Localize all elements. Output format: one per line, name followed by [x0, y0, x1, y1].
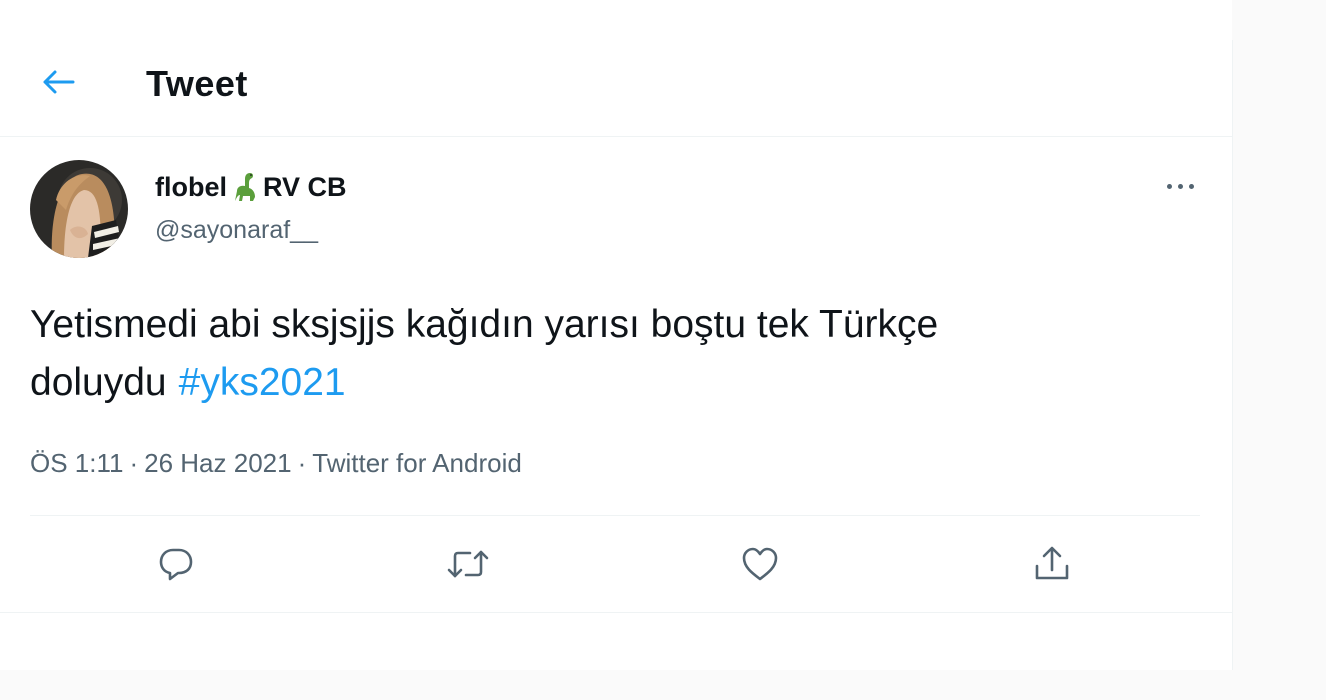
- more-options-button[interactable]: [1158, 168, 1202, 204]
- page-header: Tweet: [0, 0, 1232, 137]
- author-name-text: flobel: [155, 172, 227, 202]
- retweet-icon: [447, 550, 489, 578]
- heart-icon: [742, 547, 778, 581]
- reply-icon: [159, 548, 193, 581]
- tweet-text: Yetismedi abi sksjsjjs kağıdın yarısı bo…: [30, 296, 1190, 412]
- divider: [0, 612, 1232, 613]
- tweet-column: Tweet flobel RV CB @sayonaraf__ Yetismed…: [0, 0, 1232, 670]
- meta-separator: ·: [297, 448, 307, 478]
- author-name[interactable]: flobel RV CB: [155, 170, 347, 204]
- arrow-left-icon: [43, 70, 75, 94]
- meta-separator: ·: [129, 448, 139, 478]
- retweet-button[interactable]: [446, 542, 490, 586]
- tweet-time[interactable]: ÖS 1:11: [30, 448, 123, 478]
- share-button[interactable]: [1030, 542, 1074, 586]
- page-title: Tweet: [146, 63, 248, 104]
- tweet-meta: ÖS 1:11 · 26 Haz 2021 · Twitter for Android: [30, 446, 522, 480]
- more-horizontal-icon-dot: [1177, 183, 1183, 189]
- avatar-image: [30, 160, 128, 258]
- hashtag-link[interactable]: #yks2021: [179, 361, 346, 404]
- author-name-suffix: RV CB: [263, 172, 347, 202]
- more-horizontal-icon-dot: [1188, 183, 1194, 189]
- avatar[interactable]: [30, 160, 128, 258]
- tweet-source[interactable]: Twitter for Android: [312, 448, 522, 478]
- more-horizontal-icon-dot: [1166, 183, 1172, 189]
- reply-button[interactable]: [154, 542, 198, 586]
- tweet-date[interactable]: 26 Haz 2021: [144, 448, 291, 478]
- tweet-body: Yetismedi abi sksjsjjs kağıdın yarısı bo…: [30, 303, 939, 404]
- author-handle[interactable]: @sayonaraf__: [155, 214, 318, 246]
- share-icon: [1035, 546, 1069, 580]
- column-border: [1232, 40, 1233, 670]
- page: Tweet flobel RV CB @sayonaraf__ Yetismed…: [0, 0, 1326, 700]
- back-button[interactable]: [36, 62, 80, 102]
- like-button[interactable]: [738, 542, 782, 586]
- sauropod-emoji-icon: [235, 173, 255, 201]
- divider: [30, 515, 1200, 516]
